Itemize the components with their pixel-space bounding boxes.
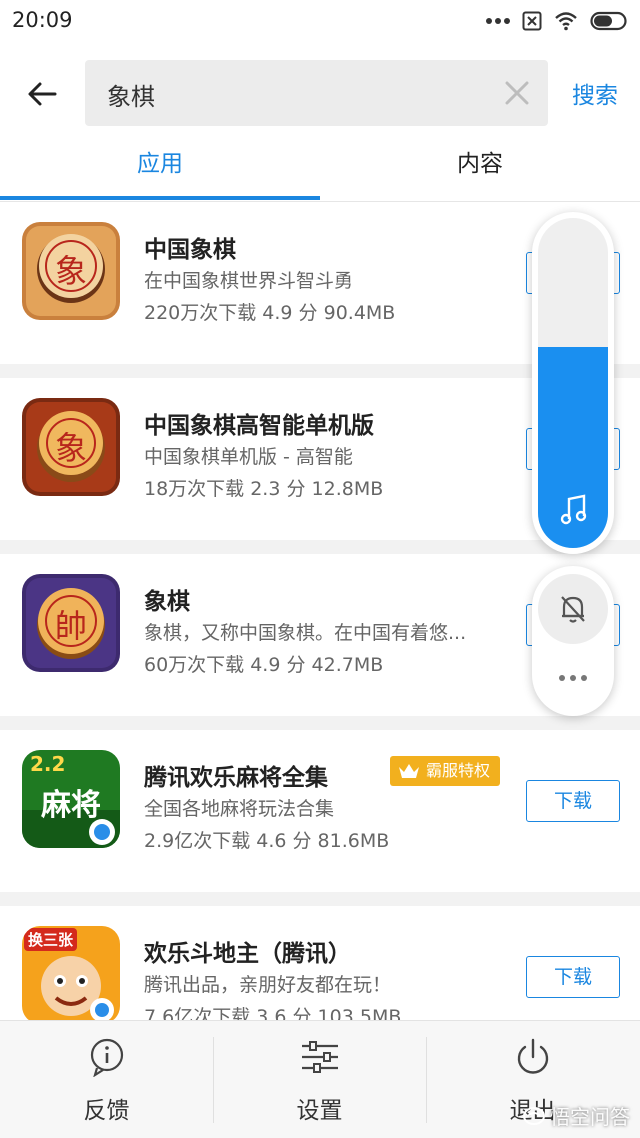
- music-note-icon: [560, 494, 587, 525]
- app-meta: 2.9亿次下载 4.6 分 81.6MB: [144, 830, 390, 852]
- wukong-logo-icon: [523, 1106, 545, 1125]
- app-icon-xiangqi: 帥: [22, 574, 120, 672]
- more-dots-icon: [559, 675, 587, 681]
- feedback-label: 反馈: [83, 1098, 130, 1124]
- search-header: 象棋 搜索: [0, 44, 640, 142]
- ringer-panel: [532, 566, 614, 716]
- ringer-toggle[interactable]: [538, 574, 608, 644]
- app-desc: 全国各地麻将玩法合集: [144, 798, 335, 820]
- volume-slider[interactable]: [538, 218, 608, 548]
- badge-label: 霸服特权: [426, 761, 491, 780]
- status-icons: [486, 10, 630, 32]
- app-desc: 在中国象棋世界斗智斗勇: [144, 270, 354, 292]
- app-name: 腾讯欢乐麻将全集: [144, 765, 328, 791]
- mahjong-chars: 麻将: [41, 788, 101, 823]
- clear-icon[interactable]: [502, 78, 532, 108]
- feedback-icon: [90, 1038, 123, 1077]
- app-icon-chinese-chess: 象: [22, 222, 120, 320]
- app-desc: 象棋，又称中国象棋。在中国有着悠...: [144, 622, 467, 644]
- active-tab-indicator: [0, 196, 320, 200]
- app-name: 中国象棋: [144, 237, 236, 263]
- status-bar: 20:09: [0, 0, 640, 44]
- app-meta: 18万次下载 2.3 分 12.8MB: [144, 478, 384, 500]
- search-input[interactable]: 象棋: [85, 60, 548, 126]
- app-name: 欢乐斗地主（腾讯）: [144, 941, 351, 967]
- icon-version-badge: 2.2: [30, 752, 66, 776]
- chess-piece-char: 象: [54, 252, 87, 290]
- app-meta: 220万次下载 4.9 分 90.4MB: [144, 302, 396, 324]
- tab-bar: 应用 内容: [0, 142, 640, 202]
- search-query-text: 象棋: [107, 83, 155, 111]
- search-button[interactable]: 搜索: [572, 76, 618, 110]
- icon-promo-badge: 换三张: [24, 928, 78, 951]
- app-icon-chess-ai: 象: [22, 398, 120, 496]
- feedback-button[interactable]: 反馈: [0, 1021, 213, 1138]
- watermark: 悟空问答: [522, 1101, 630, 1130]
- list-item[interactable]: 2.2 麻将 腾讯欢乐麻将全集 霸服特权 全国各地麻将玩法合集 2.9亿次下载 …: [0, 730, 640, 906]
- bottom-bar: 反馈 设置 退出 悟空问答: [0, 1020, 640, 1138]
- privilege-badge: 霸服特权: [390, 756, 501, 786]
- tab-apps[interactable]: 应用: [0, 142, 320, 200]
- settings-sliders-icon: [301, 1041, 338, 1073]
- more-dots-icon: [486, 18, 510, 24]
- wifi-icon: [555, 12, 577, 31]
- status-time: 20:09: [12, 8, 73, 32]
- settings-label: 设置: [296, 1098, 343, 1124]
- app-desc: 腾讯出品，亲朋好友都在玩！: [144, 974, 392, 996]
- download-button[interactable]: 下载: [526, 780, 620, 822]
- app-icon-doudizhu: 换三张: [22, 926, 120, 1024]
- battery-icon: [590, 11, 627, 31]
- app-desc: 中国象棋单机版 - 高智能: [144, 446, 353, 468]
- sim-off-icon: [522, 11, 542, 31]
- app-name: 中国象棋高智能单机版: [144, 413, 374, 439]
- app-icon-mahjong: 2.2 麻将: [22, 750, 120, 848]
- download-button[interactable]: 下载: [526, 956, 620, 998]
- app-name: 象棋: [144, 589, 190, 615]
- back-button[interactable]: [22, 74, 62, 114]
- chess-piece-char: 帥: [54, 607, 87, 645]
- tab-content[interactable]: 内容: [320, 142, 640, 200]
- power-icon: [517, 1038, 548, 1074]
- more-options-button[interactable]: [538, 658, 608, 698]
- bell-off-icon: [561, 596, 585, 623]
- back-arrow-icon: [28, 82, 57, 106]
- crown-icon: [399, 764, 419, 778]
- watermark-text: 悟空问答: [550, 1105, 630, 1129]
- volume-panel[interactable]: [532, 212, 614, 554]
- app-meta: 60万次下载 4.9 分 42.7MB: [144, 654, 384, 676]
- chess-piece-char: 象: [54, 429, 87, 467]
- settings-button[interactable]: 设置: [213, 1021, 426, 1138]
